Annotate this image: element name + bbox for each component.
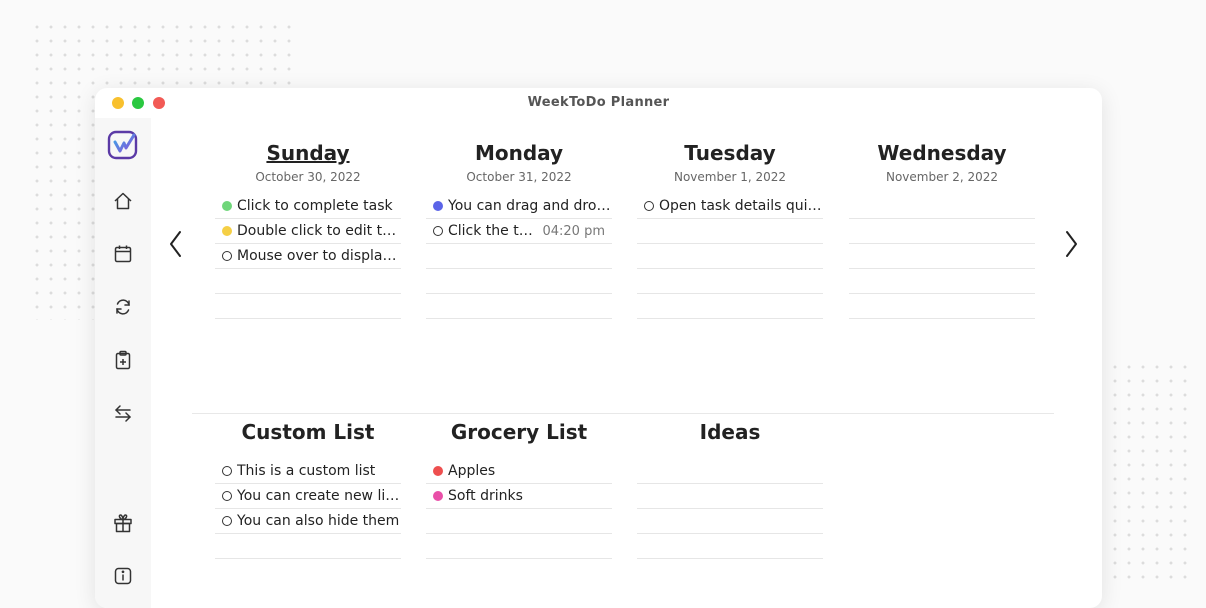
gift-icon[interactable] bbox=[109, 509, 137, 537]
task-list: You can drag and drop tasks Click the thr… bbox=[426, 194, 612, 319]
task-text: Click to complete task bbox=[237, 198, 393, 214]
empty-task-slot[interactable] bbox=[426, 244, 612, 269]
empty-task-slot[interactable] bbox=[637, 269, 823, 294]
custom-list-ideas: Ideas bbox=[637, 418, 823, 559]
empty-task-slot[interactable] bbox=[426, 534, 612, 559]
task-color-dot[interactable] bbox=[433, 466, 443, 476]
task-text: Click the three dots bbox=[448, 223, 536, 239]
empty-task-slot[interactable] bbox=[637, 534, 823, 559]
task-list bbox=[637, 459, 823, 559]
task-list bbox=[849, 194, 1035, 319]
day-column-wednesday: Wednesday November 2, 2022 bbox=[849, 139, 1035, 319]
list-title[interactable]: Custom List bbox=[215, 418, 401, 446]
task-color-dot[interactable] bbox=[222, 201, 232, 211]
task-text: You can drag and drop tasks bbox=[448, 198, 612, 214]
task-item[interactable]: Open task details quickly bbox=[637, 194, 823, 219]
day-name[interactable]: Tuesday bbox=[637, 139, 823, 167]
chevron-left-icon[interactable] bbox=[164, 229, 188, 259]
task-item[interactable]: You can also hide them bbox=[215, 509, 401, 534]
day-column-sunday: Sunday October 30, 2022 Click to complete … bbox=[215, 139, 401, 319]
task-item[interactable]: You can drag and drop tasks bbox=[426, 194, 612, 219]
swap-icon[interactable] bbox=[109, 399, 137, 427]
task-color-dot[interactable] bbox=[433, 491, 443, 501]
task-item[interactable]: This is a custom list bbox=[215, 459, 401, 484]
task-checkbox[interactable] bbox=[222, 516, 232, 526]
day-name[interactable]: Sunday bbox=[215, 139, 401, 167]
task-checkbox[interactable] bbox=[433, 226, 443, 236]
task-color-dot[interactable] bbox=[222, 226, 232, 236]
task-item[interactable]: Mouse over to display more options bbox=[215, 244, 401, 269]
empty-task-slot[interactable] bbox=[849, 219, 1035, 244]
day-column-tuesday: Tuesday November 1, 2022 Open task details… bbox=[637, 139, 823, 319]
sidebar bbox=[95, 118, 151, 608]
day-name[interactable]: Monday bbox=[426, 139, 612, 167]
day-date: October 31, 2022 bbox=[466, 170, 572, 184]
empty-task-slot[interactable] bbox=[637, 294, 823, 319]
task-item[interactable]: Soft drinks bbox=[426, 484, 612, 509]
task-list: Apples Soft drinks bbox=[426, 459, 612, 559]
day-column-monday: Monday October 31, 2022 You can drag and d… bbox=[426, 139, 612, 319]
task-text: Soft drinks bbox=[448, 488, 523, 504]
info-icon[interactable] bbox=[109, 562, 137, 590]
section-divider bbox=[192, 413, 1054, 414]
empty-task-slot[interactable] bbox=[849, 244, 1035, 269]
task-text: Mouse over to display more options bbox=[237, 248, 401, 264]
app-window: WeekToDo Planner Sunday October 30, 2022… bbox=[95, 88, 1102, 608]
empty-task-slot[interactable] bbox=[426, 294, 612, 319]
window-title: WeekToDo Planner bbox=[527, 95, 670, 110]
empty-task-slot[interactable] bbox=[637, 219, 823, 244]
task-checkbox[interactable] bbox=[644, 201, 654, 211]
empty-task-slot[interactable] bbox=[849, 194, 1035, 219]
task-text: Apples bbox=[448, 463, 496, 479]
task-item[interactable]: Click the three dots 04:20 pm bbox=[426, 219, 612, 244]
day-name[interactable]: Wednesday bbox=[849, 139, 1035, 167]
add-list-icon[interactable] bbox=[109, 346, 137, 374]
task-item[interactable]: Click to complete task bbox=[215, 194, 401, 219]
task-item[interactable]: Apples bbox=[426, 459, 612, 484]
home-icon[interactable] bbox=[109, 187, 137, 215]
list-title[interactable]: Grocery List bbox=[426, 418, 612, 446]
task-list: Click to complete task Double click to ed… bbox=[215, 194, 401, 319]
app-logo bbox=[107, 129, 139, 161]
task-list: Open task details quickly bbox=[637, 194, 823, 319]
empty-task-slot[interactable] bbox=[637, 509, 823, 534]
calendar-icon[interactable] bbox=[109, 240, 137, 268]
task-list: This is a custom list You can create new … bbox=[215, 459, 401, 559]
task-checkbox[interactable] bbox=[222, 466, 232, 476]
task-item[interactable]: Double click to edit task bbox=[215, 219, 401, 244]
task-text: You can also hide them bbox=[237, 513, 400, 529]
empty-task-slot[interactable] bbox=[215, 294, 401, 319]
day-date: November 1, 2022 bbox=[673, 170, 787, 184]
task-checkbox[interactable] bbox=[222, 251, 232, 261]
list-title[interactable]: Ideas bbox=[637, 418, 823, 446]
task-color-dot[interactable] bbox=[433, 201, 443, 211]
main-area: Sunday October 30, 2022 Click to complete … bbox=[151, 118, 1102, 608]
task-time: 04:20 pm bbox=[542, 223, 605, 239]
title-bar: WeekToDo Planner bbox=[95, 88, 1102, 118]
empty-task-slot[interactable] bbox=[849, 294, 1035, 319]
empty-task-slot[interactable] bbox=[637, 459, 823, 484]
day-date: November 2, 2022 bbox=[885, 170, 999, 184]
task-text: Open task details quickly bbox=[659, 198, 823, 214]
task-text: This is a custom list bbox=[237, 463, 376, 479]
empty-task-slot[interactable] bbox=[849, 269, 1035, 294]
chevron-right-icon[interactable] bbox=[1059, 229, 1083, 259]
empty-task-slot[interactable] bbox=[426, 269, 612, 294]
custom-list-grocery-list: Grocery List Apples Soft drinks bbox=[426, 418, 612, 559]
empty-task-slot[interactable] bbox=[426, 509, 612, 534]
custom-list-custom-list: Custom List This is a custom list You can … bbox=[215, 418, 401, 559]
empty-task-slot[interactable] bbox=[637, 484, 823, 509]
empty-task-slot[interactable] bbox=[637, 244, 823, 269]
day-date: October 30, 2022 bbox=[255, 170, 361, 184]
sync-icon[interactable] bbox=[109, 293, 137, 321]
task-item[interactable]: You can create new lists bbox=[215, 484, 401, 509]
task-text: Double click to edit task bbox=[237, 223, 401, 239]
empty-task-slot[interactable] bbox=[215, 269, 401, 294]
task-checkbox[interactable] bbox=[222, 491, 232, 501]
empty-task-slot[interactable] bbox=[215, 534, 401, 559]
task-text: You can create new lists bbox=[237, 488, 401, 504]
